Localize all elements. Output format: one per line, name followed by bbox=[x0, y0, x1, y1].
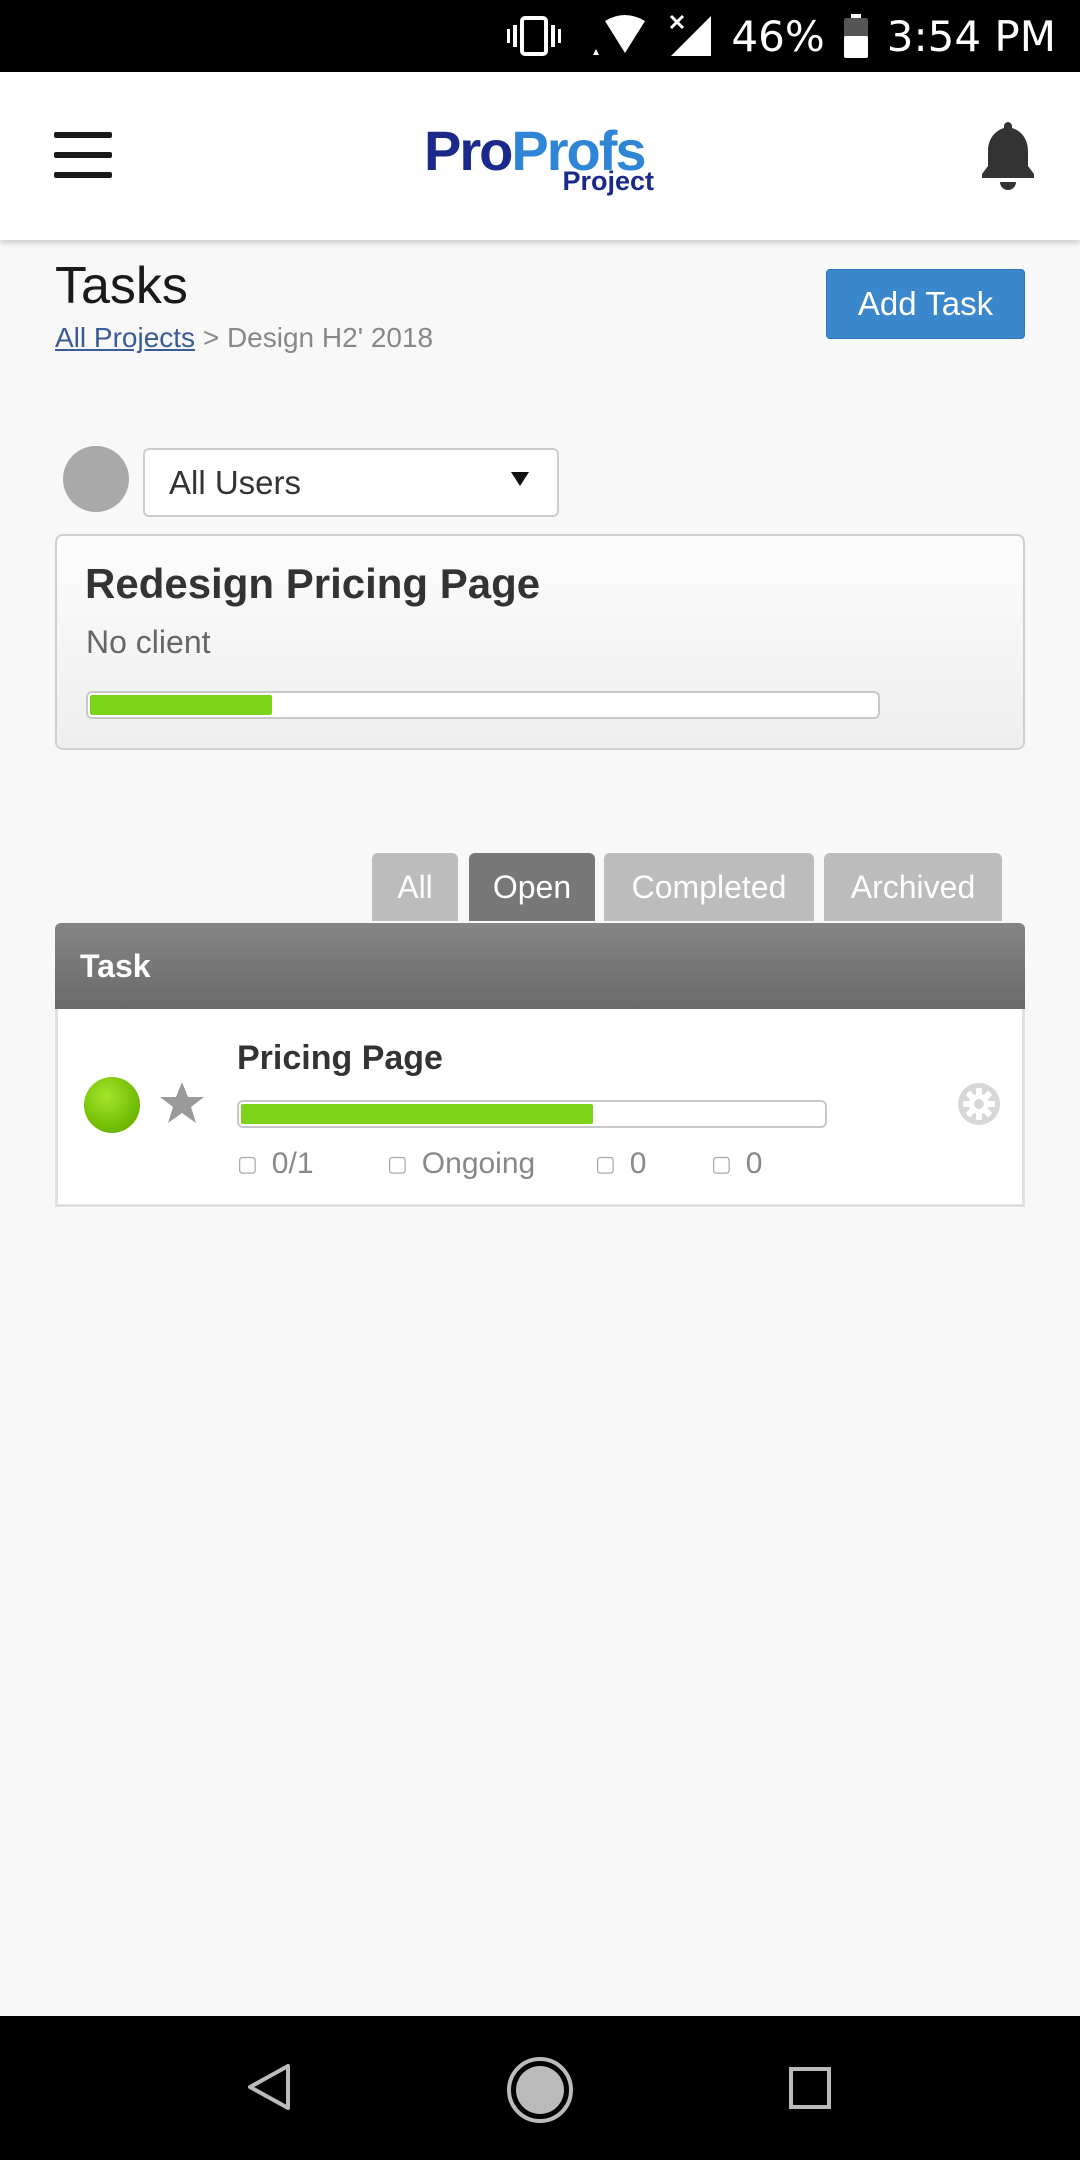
status-bar: 46% 3:54 PM bbox=[0, 0, 1080, 72]
task-status: ▢ Ongoing bbox=[387, 1147, 535, 1181]
task-progress-fill bbox=[241, 1104, 593, 1124]
chevron-down-icon bbox=[511, 472, 529, 486]
project-name: Redesign Pricing Page bbox=[85, 560, 541, 607]
task-subtasks: ▢ 0/1 bbox=[237, 1147, 314, 1181]
attachment-icon: ▢ bbox=[711, 1151, 732, 1176]
task-status-text: Ongoing bbox=[421, 1147, 536, 1180]
signal-icon bbox=[670, 14, 712, 56]
subtasks-icon: ▢ bbox=[237, 1151, 258, 1176]
project-card[interactable]: Redesign Pricing Page No client bbox=[55, 534, 1025, 750]
user-filter-value: All Users bbox=[169, 463, 302, 501]
user-filter-select[interactable]: All Users bbox=[143, 448, 559, 517]
vibrate-icon bbox=[507, 16, 562, 56]
task-name[interactable]: Pricing Page bbox=[237, 1039, 443, 1078]
status-bar-right: 46% 3:54 PM bbox=[507, 0, 1056, 72]
tab-completed[interactable]: Completed bbox=[604, 853, 814, 921]
task-comments-count: 0 bbox=[629, 1147, 647, 1180]
clock: 3:54 PM bbox=[886, 11, 1056, 61]
gear-icon[interactable] bbox=[956, 1081, 1002, 1127]
proprofs-logo[interactable]: ProProfs Project bbox=[424, 118, 656, 200]
home-icon[interactable] bbox=[506, 2056, 574, 2124]
add-task-button[interactable]: Add Task bbox=[826, 269, 1025, 339]
task-progress-bar bbox=[237, 1100, 827, 1128]
status-icon: ▢ bbox=[387, 1151, 408, 1176]
breadcrumb-all-projects-link[interactable]: All Projects bbox=[55, 322, 195, 353]
task-attachments: ▢ 0 bbox=[711, 1147, 762, 1181]
tab-open[interactable]: Open bbox=[469, 853, 595, 921]
page-title: Tasks bbox=[55, 257, 188, 315]
task-status-indicator[interactable] bbox=[84, 1077, 140, 1133]
recents-icon[interactable] bbox=[788, 2066, 832, 2110]
table-row[interactable]: Pricing Page ▢ 0/1 ▢ Ongoing ▢ 0 ▢ 0 bbox=[55, 1009, 1025, 1207]
notification-bell-icon[interactable] bbox=[980, 118, 1036, 190]
comment-icon: ▢ bbox=[595, 1151, 616, 1176]
task-table-header: Task bbox=[55, 923, 1025, 1009]
task-comments: ▢ 0 bbox=[595, 1147, 646, 1181]
wifi-icon bbox=[593, 15, 646, 55]
menu-icon[interactable] bbox=[54, 132, 112, 178]
battery-icon bbox=[843, 14, 868, 58]
system-nav-bar bbox=[0, 2016, 1080, 2160]
task-attachments-count: 0 bbox=[745, 1147, 763, 1180]
breadcrumb-current: > Design H2' 2018 bbox=[195, 322, 434, 353]
user-avatar-icon bbox=[63, 446, 129, 512]
breadcrumb: All Projects > Design H2' 2018 bbox=[55, 322, 433, 354]
project-progress-fill bbox=[90, 695, 272, 715]
tab-archived[interactable]: Archived bbox=[824, 853, 1002, 921]
tab-all[interactable]: All bbox=[372, 853, 458, 921]
project-progress-bar bbox=[86, 691, 880, 719]
app-header: ProProfs Project bbox=[0, 72, 1080, 240]
project-client: No client bbox=[86, 624, 211, 660]
task-subtasks-count: 0/1 bbox=[271, 1147, 314, 1180]
star-icon[interactable] bbox=[158, 1079, 206, 1127]
battery-percentage: 46% bbox=[731, 11, 825, 61]
back-icon[interactable] bbox=[246, 2062, 292, 2112]
logo-subtitle: Project bbox=[562, 166, 654, 196]
